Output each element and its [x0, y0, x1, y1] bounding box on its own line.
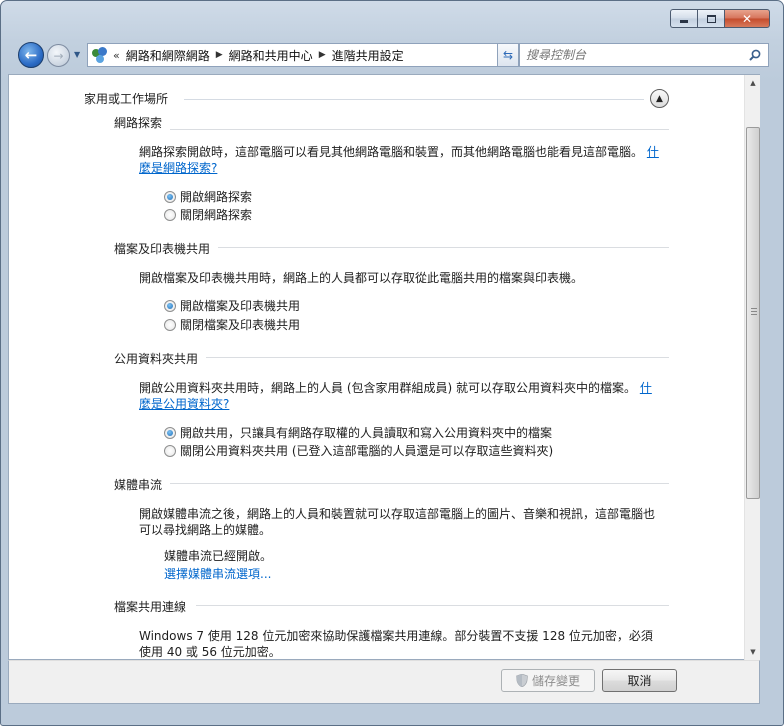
chevron-up-icon: ▲ [656, 93, 663, 104]
minimize-icon [680, 20, 688, 23]
radio-button-checked[interactable] [164, 426, 176, 439]
breadcrumb-advanced-sharing[interactable]: 進階共用設定 [332, 47, 404, 64]
scroll-up-icon[interactable]: ▲ [745, 75, 761, 91]
section-divider [170, 129, 669, 130]
collapse-button[interactable]: ▲ [650, 89, 669, 108]
radio-button[interactable] [164, 208, 176, 221]
file-printer-description: 開啟檔案及印表機共用時，網路上的人員都可以存取從此電腦共用的檔案與印表機。 [139, 271, 584, 285]
section-title-media-streaming: 媒體串流 [114, 476, 171, 493]
section-divider [215, 247, 669, 248]
radio-label[interactable]: 開啟網路探索 [180, 188, 252, 205]
radio-label[interactable]: 關閉公用資料夾共用 (已登入這部電腦的人員還是可以存取這些資料夾) [180, 442, 553, 459]
choose-media-streaming-options-link[interactable]: 選擇媒體串流選項... [164, 567, 271, 581]
description-text: 開啟公用資料夾共用時，網路上的人員 (包含家用群組成員) 就可以存取公用資料夾中… [139, 381, 636, 395]
chevron-right-icon[interactable]: ▶ [216, 50, 223, 60]
search-input[interactable] [526, 45, 736, 65]
chevron-right-icon[interactable]: ▶ [319, 50, 326, 60]
section-title-network-discovery: 網路探索 [114, 114, 171, 131]
save-changes-button[interactable]: 儲存變更 [501, 669, 595, 692]
search-box[interactable] [519, 43, 769, 67]
radio-public-sharing-on[interactable]: 開啟共用，只讓具有網路存取權的人員讀取和寫入公用資料夾中的檔案 [164, 424, 552, 441]
caption-buttons: ✕ [670, 9, 770, 28]
profile-title: 家用或工作場所 [84, 92, 169, 106]
breadcrumb-overflow[interactable]: « [113, 49, 120, 62]
close-icon: ✕ [741, 11, 753, 26]
radio-button-checked[interactable] [164, 299, 176, 312]
radio-network-discovery-on[interactable]: 開啟網路探索 [164, 188, 252, 205]
radio-label[interactable]: 開啟共用，只讓具有網路存取權的人員讀取和寫入公用資料夾中的檔案 [180, 424, 552, 441]
public-folder-description: 開啟公用資料夾共用時，網路上的人員 (包含家用群組成員) 就可以存取公用資料夾中… [139, 380, 659, 412]
minimize-button[interactable] [670, 9, 697, 28]
recent-pages-dropdown[interactable]: ▼ [74, 50, 80, 59]
breadcrumb-network-sharing-center[interactable]: 網路和共用中心 [229, 47, 313, 64]
section-divider [170, 483, 669, 484]
maximize-button[interactable] [697, 9, 724, 28]
profile-divider [184, 99, 644, 100]
section-title-file-sharing-connections: 檔案共用連線 [114, 598, 195, 615]
save-changes-label[interactable]: 儲存變更 [532, 672, 580, 689]
radio-button[interactable] [164, 444, 176, 457]
radio-button[interactable] [164, 318, 176, 331]
radio-file-sharing-on[interactable]: 開啟檔案及印表機共用 [164, 297, 300, 314]
media-streaming-status: 媒體串流已經開啟。 [164, 549, 273, 563]
cancel-button[interactable]: 取消 [602, 669, 677, 692]
section-title-file-printer-sharing: 檔案及印表機共用 [114, 240, 219, 257]
radio-label[interactable]: 開啟檔案及印表機共用 [180, 297, 300, 314]
breadcrumb-network-internet[interactable]: 網路和網際網路 [126, 47, 210, 64]
maximize-icon [706, 14, 716, 23]
file-sharing-connections-description: Windows 7 使用 128 位元加密來協助保護檔案共用連線。部分裝置不支援… [139, 629, 653, 659]
description-text: 網路探索開啟時，這部電腦可以看見其他網路電腦和裝置，而其他網路電腦也能看見這部電… [139, 145, 644, 159]
scroll-down-icon[interactable]: ▼ [745, 644, 761, 660]
section-divider [204, 357, 669, 358]
radio-network-discovery-off[interactable]: 關閉網路探索 [164, 206, 252, 223]
network-center-icon [91, 46, 109, 64]
back-arrow-icon: ← [24, 46, 38, 64]
search-icon[interactable] [749, 49, 761, 61]
uac-shield-icon [516, 674, 528, 687]
address-bar[interactable]: « 網路和網際網路 ▶ 網路和共用中心 ▶ 進階共用設定 ▼ [87, 43, 511, 67]
grip-icon [751, 308, 757, 315]
section-title-public-folder-sharing: 公用資料夾共用 [114, 350, 207, 367]
refresh-icon: ⇆ [502, 48, 514, 62]
vertical-scrollbar[interactable]: ▲ ▼ [744, 75, 760, 660]
radio-label[interactable]: 關閉檔案及印表機共用 [180, 316, 300, 333]
scroll-thumb[interactable] [746, 127, 760, 499]
radio-button-checked[interactable] [164, 190, 176, 203]
radio-file-sharing-off[interactable]: 關閉檔案及印表機共用 [164, 316, 300, 333]
media-streaming-description: 開啟媒體串流之後，網路上的人員和裝置就可以存取這部電腦上的圖片、音樂和視訊，這部… [139, 507, 656, 537]
radio-public-sharing-off[interactable]: 關閉公用資料夾共用 (已登入這部電腦的人員還是可以存取這些資料夾) [164, 442, 553, 459]
back-button[interactable]: ← [18, 42, 44, 68]
refresh-button[interactable]: ⇆ [497, 43, 519, 67]
radio-label[interactable]: 關閉網路探索 [180, 206, 252, 223]
network-discovery-description: 網路探索開啟時，這部電腦可以看見其他網路電腦和裝置，而其他網路電腦也能看見這部電… [139, 144, 659, 176]
forward-arrow-icon: → [53, 48, 64, 63]
media-streaming-link-row: 選擇媒體串流選項... [164, 566, 564, 582]
forward-button[interactable]: → [47, 44, 70, 67]
navigation-bar: ← → ▼ « 網路和網際網路 ▶ 網路和共用中心 ▶ 進階共用設定 ▼ ⇆ [14, 39, 770, 71]
section-divider [196, 605, 669, 606]
close-button[interactable]: ✕ [724, 9, 770, 28]
